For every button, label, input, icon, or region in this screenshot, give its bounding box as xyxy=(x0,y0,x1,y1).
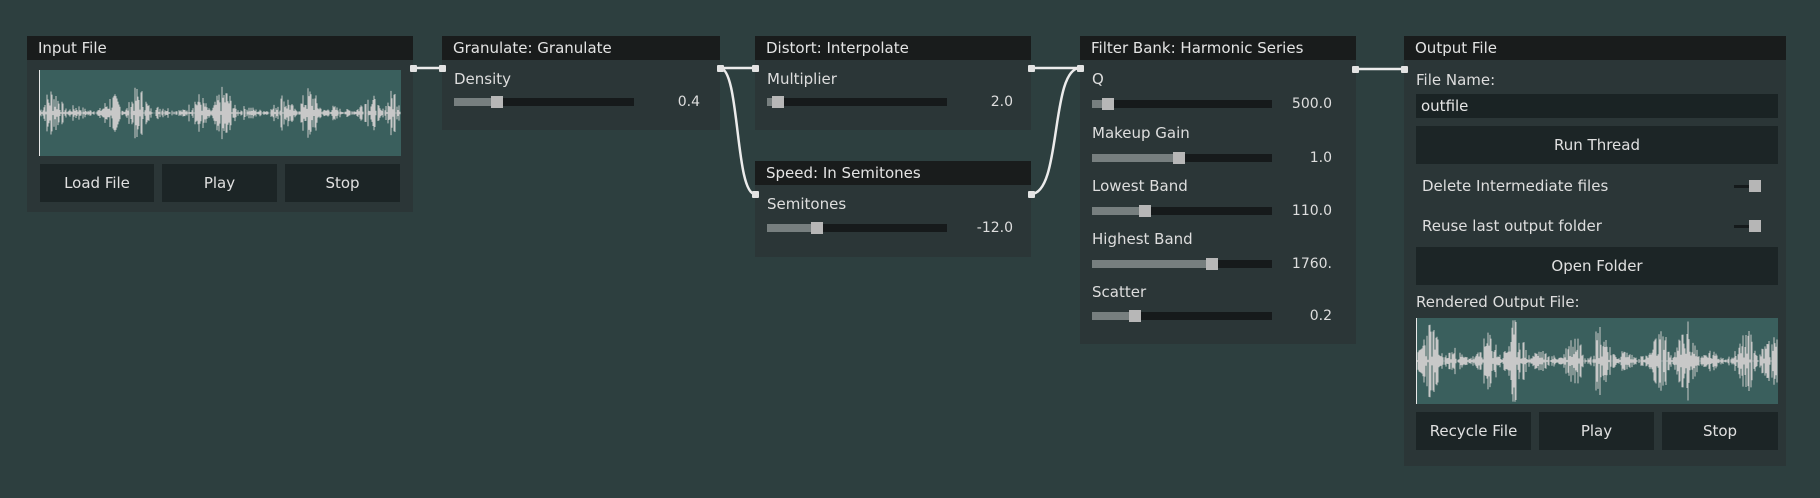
file-name-label: File Name: xyxy=(1416,71,1496,89)
input-play-button[interactable]: Play xyxy=(162,164,277,202)
filter-bank-in-port[interactable] xyxy=(1077,65,1084,72)
granulate-title: Granulate: Granulate xyxy=(442,36,720,60)
reuse-folder-label: Reuse last output folder xyxy=(1422,217,1602,235)
speed-in-port[interactable] xyxy=(752,191,759,198)
lowest-band-label: Lowest Band xyxy=(1092,177,1188,195)
input-file-node: Input File Load File Play Stop xyxy=(27,36,413,212)
scatter-value: 0.2 xyxy=(1309,308,1332,324)
slider-thumb[interactable] xyxy=(1128,310,1141,322)
distort-out-port[interactable] xyxy=(1028,65,1035,72)
slider-thumb[interactable] xyxy=(810,222,823,234)
distort-in-port[interactable] xyxy=(752,65,759,72)
wire-granulate-to-speed xyxy=(719,66,756,196)
multiplier-slider[interactable] xyxy=(767,96,947,108)
run-thread-button[interactable]: Run Thread xyxy=(1416,126,1778,164)
scatter-label: Scatter xyxy=(1092,283,1147,301)
slider-thumb[interactable] xyxy=(772,96,785,108)
granulate-node: Granulate: Granulate Density 0.4 xyxy=(442,36,720,130)
filter-bank-title: Filter Bank: Harmonic Series xyxy=(1080,36,1356,60)
slider-thumb[interactable] xyxy=(1206,258,1219,270)
input-file-title: Input File xyxy=(27,36,413,60)
open-folder-button[interactable]: Open Folder xyxy=(1416,247,1778,285)
density-slider[interactable] xyxy=(454,96,634,108)
lowest-band-value: 110.0 xyxy=(1291,203,1332,219)
speed-out-port[interactable] xyxy=(1028,191,1035,198)
highest-band-label: Highest Band xyxy=(1092,230,1193,248)
slider-fill xyxy=(1092,207,1146,215)
slider-fill xyxy=(1092,154,1179,162)
output-stop-button[interactable]: Stop xyxy=(1662,412,1778,450)
semitones-value: -12.0 xyxy=(976,220,1013,236)
filter-bank-out-port[interactable] xyxy=(1352,66,1359,73)
granulate-out-port[interactable] xyxy=(717,65,724,72)
output-file-node: Output File File Name: Run Thread Delete… xyxy=(1404,36,1786,466)
toggle-knob[interactable] xyxy=(1749,220,1761,232)
slider-thumb[interactable] xyxy=(1102,98,1115,110)
q-slider[interactable] xyxy=(1092,98,1272,110)
makeup-gain-label: Makeup Gain xyxy=(1092,124,1190,142)
output-file-title: Output File xyxy=(1404,36,1786,60)
semitones-label: Semitones xyxy=(767,195,847,213)
toggle-knob[interactable] xyxy=(1749,180,1761,192)
semitones-slider[interactable] xyxy=(767,222,947,234)
makeup-gain-slider[interactable] xyxy=(1092,152,1272,164)
lowest-band-slider[interactable] xyxy=(1092,205,1272,217)
waveform-path xyxy=(39,86,401,140)
density-value: 0.4 xyxy=(677,94,700,110)
multiplier-label: Multiplier xyxy=(767,70,837,88)
highest-band-slider[interactable] xyxy=(1092,258,1272,270)
slider-thumb[interactable] xyxy=(490,96,503,108)
speed-node: Speed: In Semitones Semitones -12.0 xyxy=(755,161,1031,257)
delete-intermediate-toggle[interactable] xyxy=(1734,180,1761,192)
waveform-path xyxy=(1416,320,1778,402)
rendered-output-label: Rendered Output File: xyxy=(1416,293,1580,311)
slider-thumb[interactable] xyxy=(1172,152,1185,164)
input-stop-button[interactable]: Stop xyxy=(285,164,400,202)
file-name-input[interactable] xyxy=(1416,94,1778,118)
slider-fill xyxy=(767,224,817,232)
multiplier-value: 2.0 xyxy=(990,94,1013,110)
slider-fill xyxy=(1092,260,1213,268)
density-label: Density xyxy=(454,70,512,88)
speed-title: Speed: In Semitones xyxy=(755,161,1031,185)
input-waveform[interactable] xyxy=(39,70,401,156)
reuse-folder-toggle[interactable] xyxy=(1734,220,1761,232)
granulate-in-port[interactable] xyxy=(439,65,446,72)
output-file-in-port[interactable] xyxy=(1401,66,1408,73)
delete-intermediate-label: Delete Intermediate files xyxy=(1422,177,1609,195)
recycle-file-button[interactable]: Recycle File xyxy=(1416,412,1531,450)
slider-thumb[interactable] xyxy=(1139,205,1152,217)
load-file-button[interactable]: Load File xyxy=(40,164,154,202)
distort-title: Distort: Interpolate xyxy=(755,36,1031,60)
highest-band-value: 1760. xyxy=(1291,256,1332,272)
rendered-waveform[interactable] xyxy=(1416,318,1778,404)
input-file-out-port[interactable] xyxy=(410,65,417,72)
output-play-button[interactable]: Play xyxy=(1539,412,1654,450)
makeup-gain-value: 1.0 xyxy=(1309,150,1332,166)
filter-bank-node: Filter Bank: Harmonic Series Q 500.0 Mak… xyxy=(1080,36,1356,344)
scatter-slider[interactable] xyxy=(1092,310,1272,322)
distort-node: Distort: Interpolate Multiplier 2.0 xyxy=(755,36,1031,130)
q-value: 500.0 xyxy=(1291,96,1332,112)
q-label: Q xyxy=(1092,70,1104,88)
wire-speed-to-filterbank xyxy=(1030,66,1081,196)
